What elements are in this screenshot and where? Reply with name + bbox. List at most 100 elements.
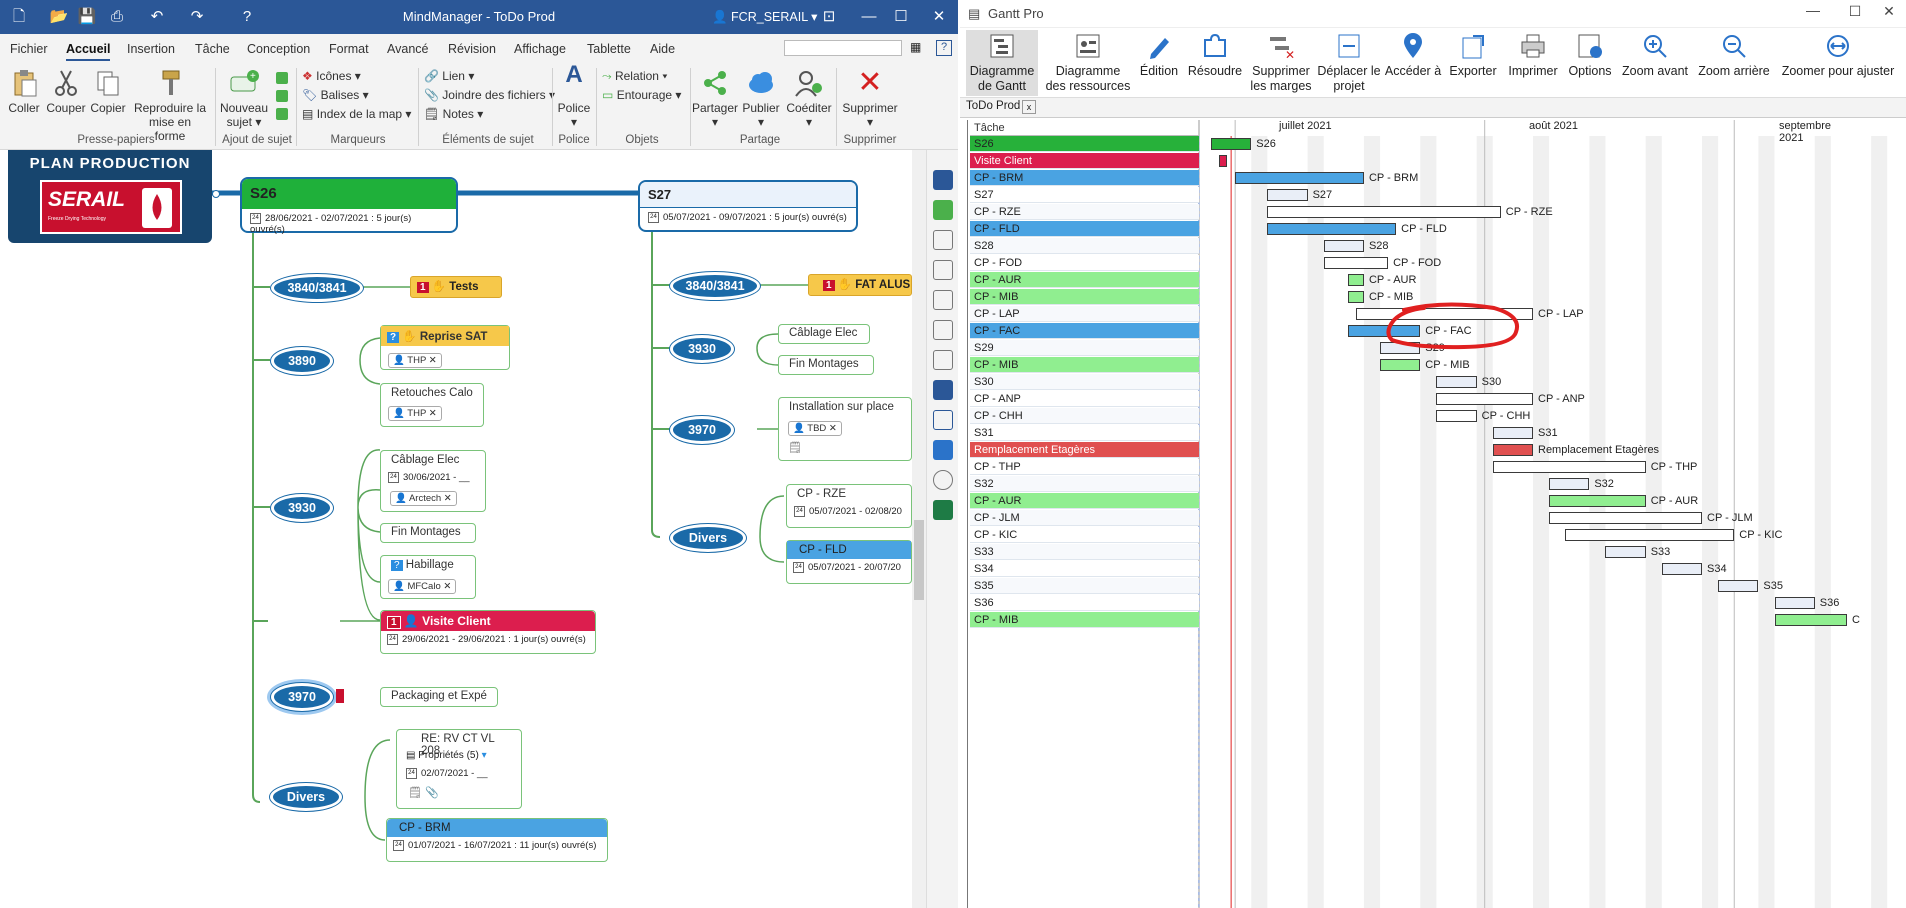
resources-icon[interactable]: [933, 260, 953, 280]
mind-map-canvas[interactable]: PLAN PRODUCTION SERAIL Freeze Drying Tec…: [0, 150, 912, 908]
task-row[interactable]: CP - MIB: [970, 612, 1199, 628]
tab-conception[interactable]: Conception: [247, 42, 310, 56]
tab-avance[interactable]: Avancé: [387, 42, 428, 56]
zoom-arriere-button[interactable]: Zoom arrière: [1694, 32, 1774, 79]
fin-montages-s27[interactable]: Fin Montages: [778, 355, 874, 375]
resource-tag-arctech[interactable]: 👤 Arctech ✕: [390, 491, 457, 506]
zoom-avant-button[interactable]: Zoom avant: [1618, 32, 1692, 79]
globe-icon[interactable]: [933, 470, 953, 490]
branch-3970-s27[interactable]: 3970: [670, 416, 734, 444]
branch-3840-3841-s27[interactable]: 3840/3841: [670, 272, 760, 300]
task-bar[interactable]: [1492, 444, 1533, 456]
notes-button[interactable]: 🗒 Notes ▾: [424, 107, 483, 121]
tab-accueil[interactable]: Accueil: [66, 42, 111, 61]
task-row[interactable]: S35: [970, 578, 1199, 594]
task-row[interactable]: S27: [970, 187, 1199, 203]
search-icon[interactable]: [933, 350, 953, 370]
task-bar[interactable]: [1347, 291, 1364, 303]
maximize-button[interactable]: ☐: [884, 4, 918, 30]
task-row[interactable]: CP - AUR: [970, 493, 1199, 509]
task-bar[interactable]: [1436, 393, 1533, 405]
gantt-minimize-button[interactable]: —: [1798, 2, 1828, 18]
task-bar[interactable]: [1549, 478, 1590, 490]
diagramme-ressources-button[interactable]: Diagramme des ressources: [1044, 32, 1132, 94]
task-bar[interactable]: [1549, 495, 1646, 507]
fat-alus-topic[interactable]: 1 ✋ FAT ALUS: [808, 274, 912, 296]
task-bar[interactable]: [1492, 427, 1533, 439]
todo-prod-tab[interactable]: ToDo Prod: [966, 100, 1020, 112]
plan-production-logo-block[interactable]: PLAN PRODUCTION SERAIL Freeze Drying Tec…: [8, 150, 212, 243]
diagramme-gantt-button[interactable]: Diagramme de Gantt: [966, 30, 1038, 96]
task-row[interactable]: CP - FAC: [970, 323, 1199, 339]
publier-button[interactable]: Publier ▾: [738, 68, 784, 129]
gantt-close-button[interactable]: ✕: [1874, 3, 1904, 20]
map-index-icon[interactable]: [933, 380, 953, 400]
branch-3970[interactable]: 3970: [271, 683, 333, 711]
tab-tache[interactable]: Tâche: [195, 42, 230, 56]
task-row[interactable]: CP - FLD: [970, 221, 1199, 237]
task-bar[interactable]: [1661, 563, 1703, 575]
callout-icon[interactable]: [276, 108, 288, 120]
copier-button[interactable]: Copier: [88, 68, 128, 115]
task-row[interactable]: S36: [970, 595, 1199, 611]
layout-icon[interactable]: ▦: [910, 40, 928, 56]
outlook-icon[interactable]: [933, 440, 953, 460]
excel-icon[interactable]: [933, 500, 953, 520]
task-row[interactable]: CP - THP: [970, 459, 1199, 475]
task-bar[interactable]: [1267, 206, 1501, 218]
tab-aide[interactable]: Aide: [650, 42, 675, 56]
task-row[interactable]: S34: [970, 561, 1199, 577]
task-row[interactable]: CP - JLM: [970, 510, 1199, 526]
task-row[interactable]: CP - KIC: [970, 527, 1199, 543]
supprimer-button[interactable]: ✕ Supprimer ▾: [840, 68, 900, 130]
user-account-button[interactable]: 👤 FCR_SERAIL ▾: [712, 9, 817, 25]
icones-button[interactable]: ❖ Icônes ▾: [302, 69, 361, 83]
packaging-topic[interactable]: Packaging et Expé: [380, 687, 498, 707]
cp-fld-topic[interactable]: CP - FLD 24 05/07/2021 - 20/07/20: [786, 540, 912, 584]
help-icon[interactable]: ?: [936, 40, 952, 56]
map-parts-icon[interactable]: [933, 170, 953, 190]
edition-button[interactable]: Édition: [1134, 32, 1184, 79]
cp-brm-topic[interactable]: CP - BRM 24 01/07/2021 - 16/07/2021 : 11 …: [386, 818, 608, 862]
task-row[interactable]: CP - MIB: [970, 289, 1199, 305]
coediter-button[interactable]: Coéditer ▾: [784, 68, 834, 129]
index-map-button[interactable]: ▤ Index de la map ▾: [302, 107, 411, 121]
task-bar[interactable]: [1267, 223, 1397, 235]
task-bar[interactable]: [1436, 410, 1477, 422]
imprimer-button[interactable]: Imprimer: [1504, 32, 1562, 79]
gantt-grid[interactable]: Tâche juillet 2021 août 2021 septembre 2…: [967, 120, 1906, 908]
task-bar[interactable]: [1323, 240, 1364, 252]
visite-client-topic[interactable]: 1 👤 Visite Client 24 29/06/2021 - 29/06/2…: [380, 610, 596, 654]
task-row[interactable]: CP - LAP: [970, 306, 1199, 322]
branch-3930[interactable]: 3930: [271, 494, 333, 522]
task-bar[interactable]: [1718, 580, 1759, 592]
task-row[interactable]: S33: [970, 544, 1199, 560]
task-row[interactable]: CP - BRM: [970, 170, 1199, 186]
task-pane-icon[interactable]: [933, 200, 953, 220]
relation-button[interactable]: ⤳ Relation ▾: [602, 69, 667, 84]
branch-divers-s27[interactable]: Divers: [670, 524, 746, 552]
task-bar[interactable]: [1774, 614, 1847, 626]
coller-button[interactable]: Coller: [6, 68, 42, 115]
zoom-ajuster-button[interactable]: Zoomer pour ajuster: [1776, 32, 1900, 79]
close-button[interactable]: ✕: [922, 4, 956, 30]
task-bar[interactable]: [1565, 529, 1735, 541]
task-bar[interactable]: [1347, 274, 1364, 286]
task-bar[interactable]: [1211, 138, 1252, 150]
close-tab-button[interactable]: x: [1022, 100, 1036, 114]
subtopic-icon[interactable]: [276, 72, 288, 84]
exporter-button[interactable]: Exporter: [1444, 32, 1502, 79]
couper-button[interactable]: Couper: [44, 68, 88, 115]
task-row[interactable]: S31: [970, 425, 1199, 441]
resource-tag-thp-2[interactable]: 👤 THP ✕: [388, 406, 442, 421]
task-bar[interactable]: [1323, 257, 1389, 269]
task-bar[interactable]: [1267, 189, 1308, 201]
tab-insertion[interactable]: Insertion: [127, 42, 175, 56]
task-row[interactable]: CP - CHH: [970, 408, 1199, 424]
task-row[interactable]: S32: [970, 476, 1199, 492]
tests-topic[interactable]: 1 ✋ Tests: [410, 276, 502, 298]
fin-montages-topic[interactable]: Fin Montages: [380, 523, 476, 543]
acceder-button[interactable]: Accéder à: [1384, 32, 1442, 79]
task-bar[interactable]: [1492, 461, 1646, 473]
task-row[interactable]: Visite Client: [970, 153, 1199, 169]
